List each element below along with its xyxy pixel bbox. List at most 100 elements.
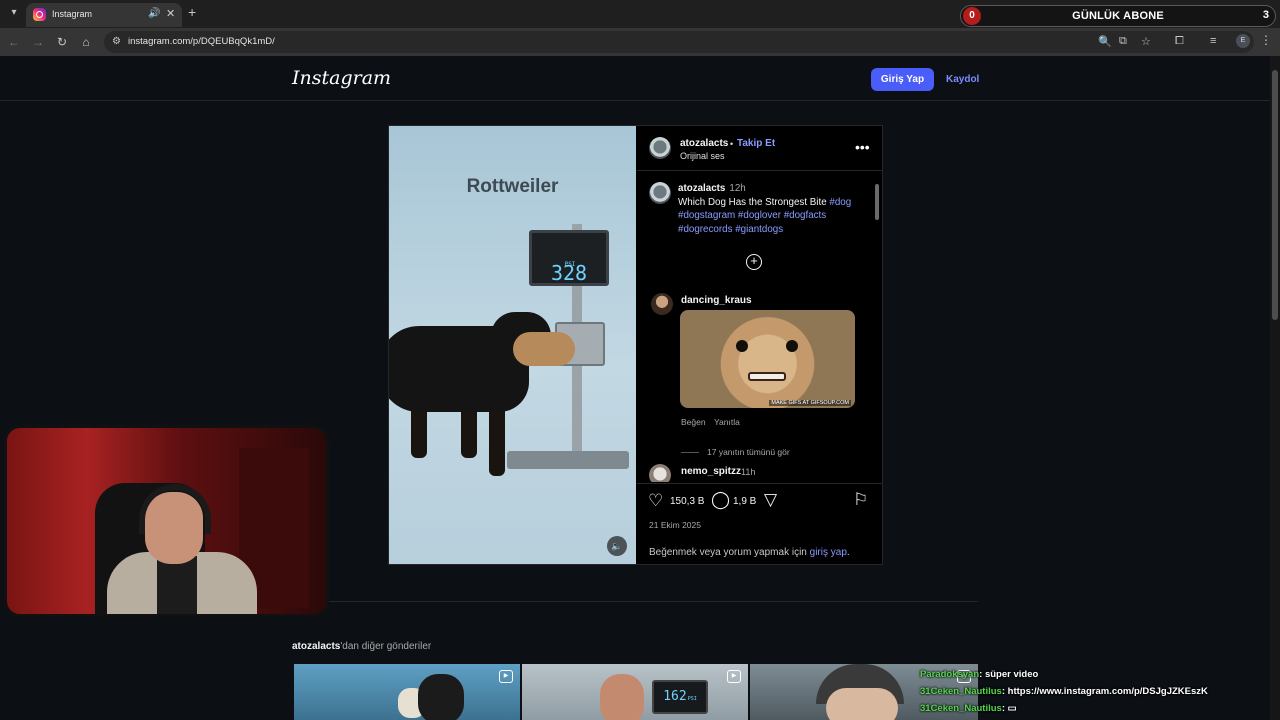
browser-tab[interactable]: Instagram 🔊 ✕ <box>26 3 182 27</box>
caption-author[interactable]: atozalacts <box>678 183 725 194</box>
comment-time: 11h <box>741 467 756 477</box>
hashtag-link[interactable]: #dogfacts <box>784 210 826 221</box>
gif-eye <box>786 340 798 352</box>
daily-subscriber-overlay: 0 GÜNLÜK ABONE 3 <box>960 5 1276 27</box>
author-avatar[interactable] <box>649 137 671 159</box>
thumb-gauge-value: 162 <box>663 689 687 704</box>
tab-close-icon[interactable]: ✕ <box>166 7 175 20</box>
gauge-base <box>507 451 629 469</box>
like-count[interactable]: 150,3 B <box>670 496 704 507</box>
instagram-favicon-icon <box>33 8 46 21</box>
screen: { "browser": { "tab_title": "Instagram",… <box>0 0 1280 720</box>
chat-username: 31Ceken_Nautilus <box>920 686 1002 697</box>
chat-username: 31Ceken_Nautilus <box>920 703 1002 714</box>
commenter-avatar[interactable] <box>649 464 671 482</box>
webcam-shirt <box>157 556 197 614</box>
hashtag-link[interactable]: #doglover <box>738 210 781 221</box>
chat-emote-icon: ▭ <box>1007 703 1017 714</box>
comment-username[interactable]: nemo_spitzz <box>681 466 741 477</box>
post-thumbnail[interactable]: ▶ <box>294 664 520 720</box>
chat-text: süper video <box>984 669 1039 680</box>
reload-icon[interactable]: ↻ <box>54 34 70 50</box>
comments-scroll-thumb[interactable] <box>875 184 879 220</box>
caption-avatar[interactable] <box>649 182 671 204</box>
gorilla-figure <box>418 674 464 720</box>
login-button[interactable]: Giriş Yap <box>871 68 934 91</box>
caption-time: 12h <box>729 183 746 194</box>
back-icon[interactable]: ← <box>6 34 22 50</box>
more-posts-heading: atozalacts'dan diğer gönderiler <box>292 641 431 652</box>
video-title-text: Rottweiler <box>466 176 559 197</box>
wooden-bite-log <box>513 332 575 366</box>
address-url[interactable]: instagram.com/p/DQEUBqQk1mD/ <box>128 36 275 47</box>
gif-teeth <box>748 372 786 381</box>
hashtag-link[interactable]: #dog <box>829 197 851 208</box>
share-icon[interactable]: ▽ <box>764 490 777 510</box>
comment-icon[interactable]: ◯ <box>711 490 730 510</box>
browser-menu-icon[interactable]: ⋮ <box>1260 33 1272 47</box>
comment-count[interactable]: 1,9 B <box>733 496 756 507</box>
more-options-icon[interactable]: ••• <box>855 139 870 155</box>
reel-icon: ▶ <box>727 670 741 683</box>
login-prompt-link[interactable]: giriş yap <box>810 547 847 558</box>
comment-like-button[interactable]: Beğen <box>681 417 706 427</box>
gif-eye <box>736 340 748 352</box>
address-bar[interactable]: ⚙ instagram.com/p/DQEUBqQk1mD/ 🔍 ⧉ ☆ ⧠ ≡ <box>104 31 1254 53</box>
thumb-gauge-display: 162PSI <box>652 680 708 714</box>
bookmark-star-icon[interactable]: ☆ <box>1141 35 1151 48</box>
comments-panel[interactable]: atozalacts 12h Which Dog Has the Stronges… <box>637 172 882 482</box>
instagram-header: Instagram Giriş Yap Kaydol <box>0 56 1270 101</box>
section-divider <box>292 601 978 602</box>
profile-avatar[interactable]: E <box>1236 34 1250 48</box>
page-scrollbar[interactable] <box>1270 56 1280 720</box>
site-info-icon[interactable]: ⚙ <box>112 36 121 47</box>
reading-list-icon[interactable]: ≡ <box>1210 35 1216 47</box>
commenter-avatar[interactable] <box>651 293 673 315</box>
chat-username: Paradoksyan <box>920 669 980 680</box>
view-replies-link[interactable]: 17 yanıtın tümünü gör <box>681 447 790 457</box>
comments-scrollbar[interactable] <box>874 172 880 482</box>
gif-watermark: MAKE GIFS AT GIFSOUP.COM <box>769 400 851 406</box>
browser-toolbar: ← → ↻ ⌂ ⚙ instagram.com/p/DQEUBqQk1mD/ 🔍… <box>0 28 1280 56</box>
hashtag-link[interactable]: #dogstagram <box>678 210 735 221</box>
man-figure <box>600 674 644 720</box>
comment-username[interactable]: dancing_kraus <box>681 295 752 306</box>
face-figure <box>826 688 898 720</box>
more-posts-suffix: 'dan diğer gönderiler <box>340 641 432 652</box>
home-icon[interactable]: ⌂ <box>78 34 94 50</box>
tab-search-icon[interactable]: ▾ <box>6 5 22 21</box>
load-more-comments-icon[interactable]: + <box>746 254 762 270</box>
follow-button[interactable]: Takip Et <box>737 138 775 149</box>
post-card: Rottweiler 328 PSI 🔈 atozalacts • Takip E… <box>388 125 883 565</box>
post-header: atozalacts • Takip Et Orijinal ses ••• <box>637 126 882 171</box>
extensions-icon[interactable]: ⧠ <box>1175 35 1184 48</box>
instagram-logo[interactable]: Instagram <box>292 67 391 89</box>
thumb-gauge-unit: PSI <box>687 696 697 702</box>
mute-icon[interactable]: 🔈 <box>607 536 627 556</box>
more-posts-author[interactable]: atozalacts <box>292 641 340 652</box>
overlay-title: GÜNLÜK ABONE <box>1072 10 1164 22</box>
post-caption: atozalacts 12h Which Dog Has the Stronges… <box>678 182 863 236</box>
overlay-right-count: 3 <box>1262 9 1269 21</box>
comment-reply-button[interactable]: Yanıtla <box>714 417 740 427</box>
new-tab-icon[interactable]: + <box>188 4 196 20</box>
post-thumbnail[interactable]: 162PSI ▶ <box>522 664 748 720</box>
audio-label[interactable]: Orijinal ses <box>680 151 725 161</box>
tab-title: Instagram <box>52 9 93 19</box>
streamer-webcam <box>4 425 329 617</box>
hashtag-link[interactable]: #dogrecords <box>678 224 732 235</box>
page-scroll-thumb[interactable] <box>1272 70 1278 320</box>
save-bookmark-icon[interactable]: ⚐ <box>853 490 868 510</box>
comment-gif[interactable]: MAKE GIFS AT GIFSOUP.COM <box>680 310 855 408</box>
signup-link[interactable]: Kaydol <box>946 74 979 85</box>
zoom-icon[interactable]: 🔍 <box>1098 35 1112 48</box>
gauge-value: 328 <box>550 261 588 285</box>
author-username[interactable]: atozalacts <box>680 138 728 149</box>
like-heart-icon[interactable]: ♡ <box>648 491 663 511</box>
hashtag-link[interactable]: #giantdogs <box>735 224 783 235</box>
cast-icon[interactable]: ⧉ <box>1119 35 1127 48</box>
tab-audio-icon[interactable]: 🔊 <box>148 8 160 19</box>
forward-icon[interactable]: → <box>30 34 46 50</box>
login-prompt-text: Beğenmek veya yorum yapmak için <box>649 547 807 558</box>
post-video[interactable]: Rottweiler 328 PSI 🔈 <box>389 126 636 564</box>
